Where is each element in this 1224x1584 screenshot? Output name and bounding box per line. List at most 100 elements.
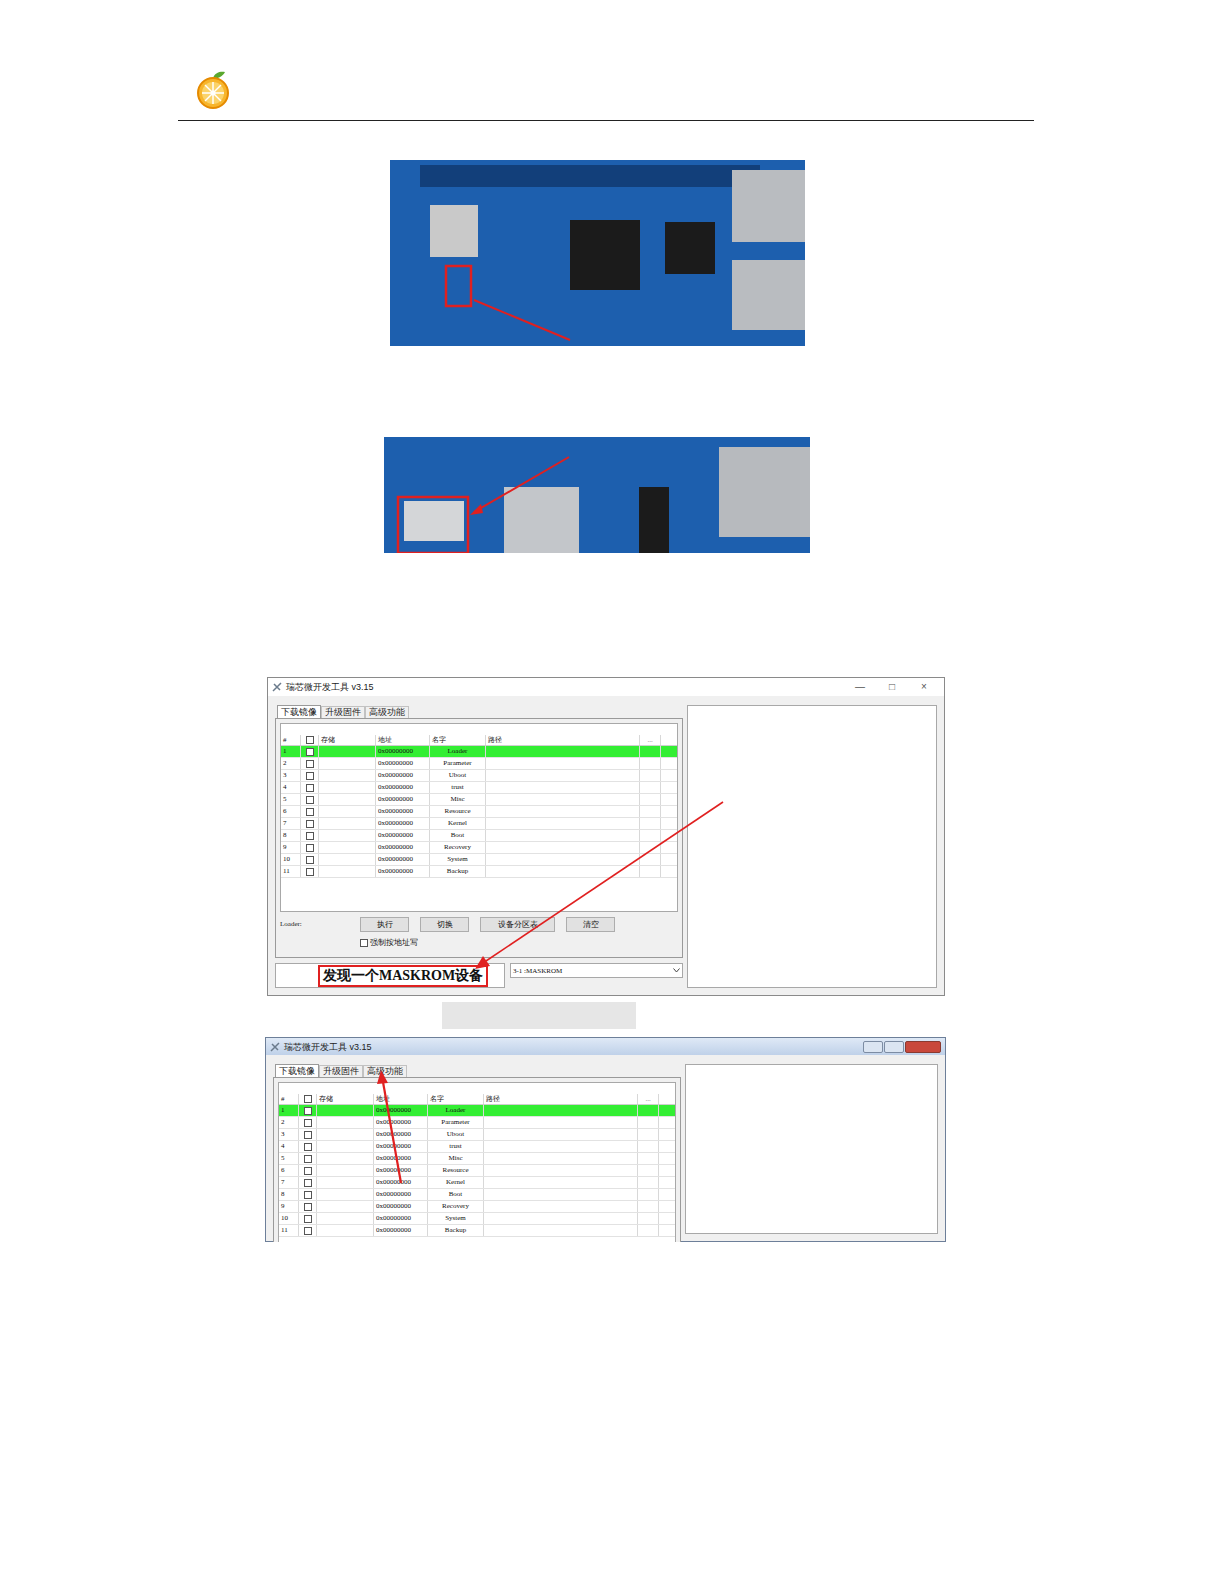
minimize-button[interactable] — [863, 1041, 883, 1053]
table-row[interactable]: 30x00000000Uboot — [279, 1129, 675, 1141]
table-row[interactable]: 90x00000000Recovery — [279, 1201, 675, 1213]
column-header[interactable]: 存储 — [317, 1094, 374, 1104]
column-header[interactable]: # — [279, 1094, 299, 1104]
row-checkbox[interactable] — [304, 1167, 312, 1175]
path-cell[interactable] — [484, 1105, 638, 1116]
table-row[interactable]: 80x00000000Boot — [279, 1189, 675, 1201]
browse-cell[interactable] — [638, 1165, 659, 1176]
column-header[interactable]: ... — [640, 735, 661, 745]
close-button[interactable] — [905, 1041, 941, 1053]
row-checkbox[interactable] — [304, 1119, 312, 1127]
path-cell[interactable] — [486, 794, 640, 805]
path-cell[interactable] — [484, 1177, 638, 1188]
column-header[interactable]: 名字 — [430, 735, 486, 745]
row-checkbox[interactable] — [306, 772, 314, 780]
browse-cell[interactable] — [640, 794, 661, 805]
row-checkbox[interactable] — [304, 1179, 312, 1187]
row-checkbox[interactable] — [306, 760, 314, 768]
column-header[interactable]: 名字 — [428, 1094, 484, 1104]
path-cell[interactable] — [486, 806, 640, 817]
action-button[interactable]: 设备分区表 — [480, 917, 555, 932]
tab[interactable]: 高级功能 — [363, 1065, 407, 1077]
path-cell[interactable] — [484, 1213, 638, 1224]
row-checkbox[interactable] — [306, 856, 314, 864]
row-checkbox[interactable] — [304, 1191, 312, 1199]
tab[interactable]: 下载镜像 — [277, 705, 321, 718]
row-checkbox[interactable] — [306, 796, 314, 804]
browse-cell[interactable] — [640, 806, 661, 817]
close-button[interactable]: × — [908, 681, 940, 693]
maximize-button[interactable] — [884, 1041, 904, 1053]
table-row[interactable]: 60x00000000Resource — [281, 806, 677, 818]
browse-cell[interactable] — [638, 1225, 659, 1236]
path-cell[interactable] — [484, 1117, 638, 1128]
path-cell[interactable] — [486, 782, 640, 793]
row-checkbox[interactable] — [306, 868, 314, 876]
browse-cell[interactable] — [638, 1153, 659, 1164]
row-checkbox[interactable] — [304, 1155, 312, 1163]
table-row[interactable]: 10x00000000Loader — [281, 746, 677, 758]
browse-cell[interactable] — [638, 1105, 659, 1116]
table-row[interactable]: 50x00000000Misc — [281, 794, 677, 806]
path-cell[interactable] — [484, 1129, 638, 1140]
column-header[interactable]: 地址 — [374, 1094, 428, 1104]
path-cell[interactable] — [484, 1189, 638, 1200]
row-checkbox[interactable] — [304, 1227, 312, 1235]
row-checkbox[interactable] — [306, 832, 314, 840]
browse-cell[interactable] — [638, 1177, 659, 1188]
table-row[interactable]: 100x00000000System — [281, 854, 677, 866]
column-header[interactable]: 存储 — [319, 735, 376, 745]
browse-cell[interactable] — [640, 782, 661, 793]
path-cell[interactable] — [484, 1165, 638, 1176]
table-row[interactable]: 100x00000000System — [279, 1213, 675, 1225]
row-checkbox[interactable] — [306, 820, 314, 828]
row-checkbox[interactable] — [306, 748, 314, 756]
path-cell[interactable] — [486, 818, 640, 829]
column-header[interactable]: 路径 — [484, 1094, 638, 1104]
action-button[interactable]: 执行 — [360, 917, 409, 932]
row-checkbox[interactable] — [304, 1215, 312, 1223]
column-header[interactable] — [299, 1094, 317, 1104]
browse-cell[interactable] — [638, 1213, 659, 1224]
minimize-button[interactable]: — — [844, 681, 876, 693]
browse-cell[interactable] — [640, 818, 661, 829]
browse-cell[interactable] — [638, 1117, 659, 1128]
column-header[interactable]: ... — [638, 1094, 659, 1104]
path-cell[interactable] — [486, 758, 640, 769]
row-checkbox[interactable] — [306, 784, 314, 792]
column-header[interactable]: 路径 — [486, 735, 640, 745]
browse-cell[interactable] — [640, 770, 661, 781]
column-header[interactable]: # — [281, 735, 301, 745]
row-checkbox[interactable] — [304, 1203, 312, 1211]
path-cell[interactable] — [486, 866, 640, 877]
browse-cell[interactable] — [640, 758, 661, 769]
table-row[interactable]: 80x00000000Boot — [281, 830, 677, 842]
column-header[interactable]: 地址 — [376, 735, 430, 745]
row-checkbox[interactable] — [306, 808, 314, 816]
row-checkbox[interactable] — [304, 1107, 312, 1115]
path-cell[interactable] — [484, 1141, 638, 1152]
tab[interactable]: 升级固件 — [321, 706, 365, 718]
device-dropdown[interactable]: 3-1 :MASKROM — [510, 963, 683, 978]
browse-cell[interactable] — [640, 842, 661, 853]
table-row[interactable]: 40x00000000trust — [279, 1141, 675, 1153]
path-cell[interactable] — [484, 1225, 638, 1236]
browse-cell[interactable] — [640, 830, 661, 841]
table-row[interactable]: 50x00000000Misc — [279, 1153, 675, 1165]
table-row[interactable]: 110x00000000Backup — [279, 1225, 675, 1237]
browse-cell[interactable] — [638, 1129, 659, 1140]
browse-cell[interactable] — [638, 1189, 659, 1200]
path-cell[interactable] — [484, 1153, 638, 1164]
table-row[interactable]: 90x00000000Recovery — [281, 842, 677, 854]
table-row[interactable]: 40x00000000trust — [281, 782, 677, 794]
tab[interactable]: 高级功能 — [365, 706, 409, 718]
table-row[interactable]: 60x00000000Resource — [279, 1165, 675, 1177]
table-row[interactable]: 10x00000000Loader — [279, 1105, 675, 1117]
browse-cell[interactable] — [640, 746, 661, 757]
browse-cell[interactable] — [640, 854, 661, 865]
table-row[interactable]: 110x00000000Backup — [281, 866, 677, 878]
browse-cell[interactable] — [638, 1201, 659, 1212]
path-cell[interactable] — [484, 1201, 638, 1212]
select-all-checkbox[interactable] — [304, 1095, 312, 1103]
browse-cell[interactable] — [640, 866, 661, 877]
